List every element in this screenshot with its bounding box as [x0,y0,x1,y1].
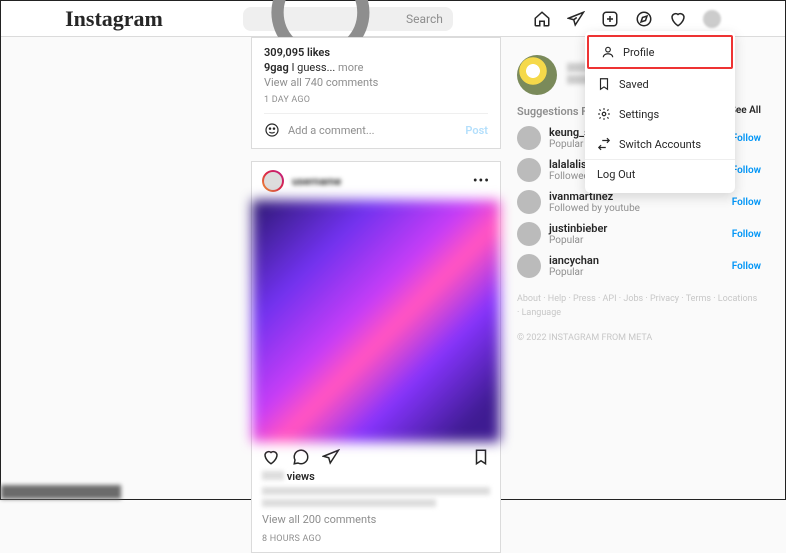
suggestion-avatar[interactable] [517,158,541,182]
suggestion-avatar[interactable] [517,126,541,150]
view-comments-link[interactable]: View all 200 comments [252,509,500,526]
post-time: 1 DAY AGO [264,95,488,105]
post-header: username ••• [252,162,500,200]
share-icon[interactable] [322,448,340,466]
switch-icon [597,137,611,151]
post-card: username ••• views View all 200 comments… [251,161,501,553]
like-count[interactable]: 309,095 likes [264,46,488,59]
post-image[interactable] [252,200,500,442]
suggestion-avatar[interactable] [517,190,541,214]
post-card: 309,095 likes 9gag I guess... more View … [251,37,501,149]
profile-icon [601,45,615,59]
menu-settings[interactable]: Settings [585,99,735,129]
post-username[interactable]: username [292,175,341,188]
messenger-icon[interactable] [567,10,585,28]
current-user-avatar[interactable] [517,55,557,95]
suggestion-row: justinbieberPopular Follow [517,222,761,246]
menu-switch-accounts[interactable]: Switch Accounts [585,129,735,159]
emoji-icon[interactable] [264,122,280,138]
suggestion-sub: Followed by youtube [549,203,640,214]
post-actions [252,442,500,470]
feed: 309,095 likes 9gag I guess... more View … [251,37,501,553]
search-input[interactable]: Search [243,7,453,31]
caption-text: I guess... [291,61,335,74]
suggestion-row: ivanmartinezFollowed by youtubeFollow [517,190,761,214]
nav-icons [533,10,721,28]
follow-button[interactable]: Follow [732,133,761,144]
add-comment-row: Add a comment... Post [264,113,488,138]
profile-dropdown: Profile Saved Settings Switch Accounts L… [585,31,735,193]
post-comment-button[interactable]: Post [465,124,488,137]
logo[interactable]: Instagram [65,6,163,32]
suggestion-sub: Popular [549,235,607,246]
gear-icon [597,107,611,121]
view-count[interactable]: views [252,470,500,483]
follow-button[interactable]: Follow [732,229,761,240]
view-comments-link[interactable]: View all 740 comments [264,76,488,89]
explore-icon[interactable] [635,10,653,28]
profile-avatar-nav[interactable] [703,10,721,28]
suggestion-username[interactable]: justinbieber [549,222,607,235]
new-post-icon[interactable] [601,10,619,28]
bookmark-icon[interactable] [472,448,490,466]
comment-icon[interactable] [292,448,310,466]
caption-username[interactable]: 9gag [264,61,289,74]
search-placeholder: Search [406,12,443,26]
footer-copy: © 2022 INSTAGRAM FROM META [517,331,761,345]
follow-button[interactable]: Follow [732,261,761,272]
menu-saved[interactable]: Saved [585,69,735,99]
caption-blur [262,499,436,507]
follow-button[interactable]: Follow [732,197,761,208]
comment-input[interactable]: Add a comment... [288,124,375,137]
menu-logout[interactable]: Log Out [585,159,735,189]
suggestion-avatar[interactable] [517,254,541,278]
home-icon[interactable] [533,10,551,28]
caption-blur [262,487,490,495]
like-icon[interactable] [262,448,280,466]
suggestion-username[interactable]: iancychan [549,254,599,267]
post-caption: 9gag I guess... more [264,61,488,74]
post-more-icon[interactable]: ••• [473,173,490,189]
suggestion-sub: Popular [549,267,599,278]
footer-links[interactable]: About · Help · Press · API · Jobs · Priv… [517,292,761,321]
taskbar-blur [1,485,121,499]
suggestion-avatar[interactable] [517,222,541,246]
activity-icon[interactable] [669,10,687,28]
caption-more[interactable]: more [338,61,363,74]
bookmark-icon [597,77,611,91]
follow-button[interactable]: Follow [732,165,761,176]
suggestion-row: iancychanPopular Follow [517,254,761,278]
post-time: 8 HOURS AGO [252,532,500,552]
post-avatar[interactable] [262,170,284,192]
menu-profile[interactable]: Profile [587,35,733,69]
